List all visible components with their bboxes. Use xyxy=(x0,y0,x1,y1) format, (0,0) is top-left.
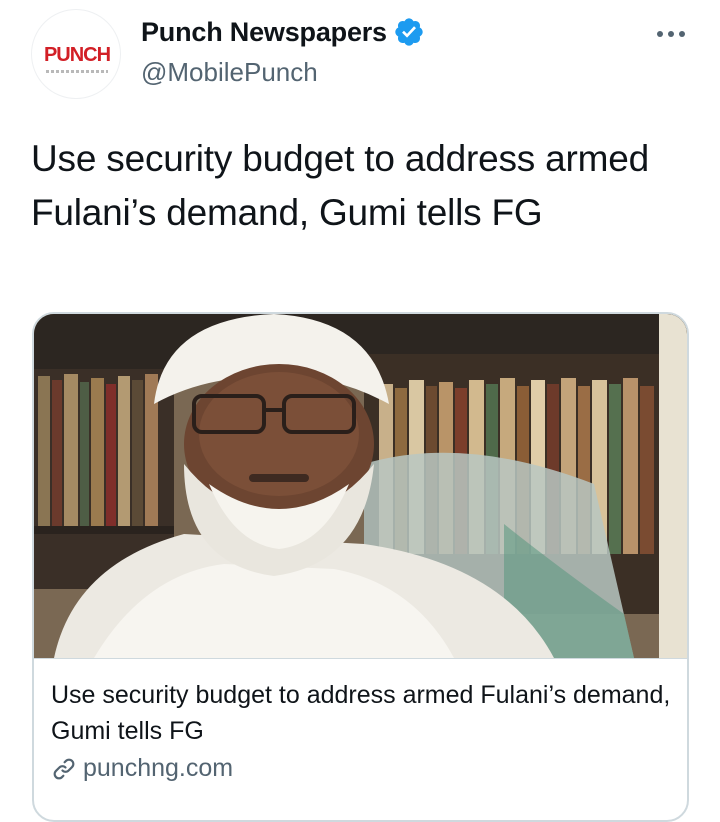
author-handle[interactable]: @MobilePunch xyxy=(141,57,318,88)
card-domain[interactable]: punchng.com xyxy=(83,754,233,783)
logo-tagline xyxy=(46,70,108,73)
tweet-text: Use security budget to address armed Ful… xyxy=(31,138,650,233)
author-name-row: Punch Newspapers xyxy=(141,16,425,48)
punch-logo: PUNCH xyxy=(43,44,111,66)
link-icon xyxy=(51,756,77,782)
author-avatar[interactable]: PUNCH xyxy=(31,9,121,99)
card-domain-row: punchng.com xyxy=(51,754,233,783)
card-title[interactable]: Use security budget to address armed Ful… xyxy=(51,677,671,749)
tweet: PUNCH Punch Newspapers @MobilePunch Use … xyxy=(0,0,720,822)
verified-badge-icon xyxy=(393,16,425,48)
author-display-name[interactable]: Punch Newspapers xyxy=(141,17,387,48)
more-options-icon[interactable] xyxy=(655,24,687,44)
link-preview-card[interactable]: Use security budget to address armed Ful… xyxy=(32,312,689,822)
card-image[interactable] xyxy=(34,314,687,659)
